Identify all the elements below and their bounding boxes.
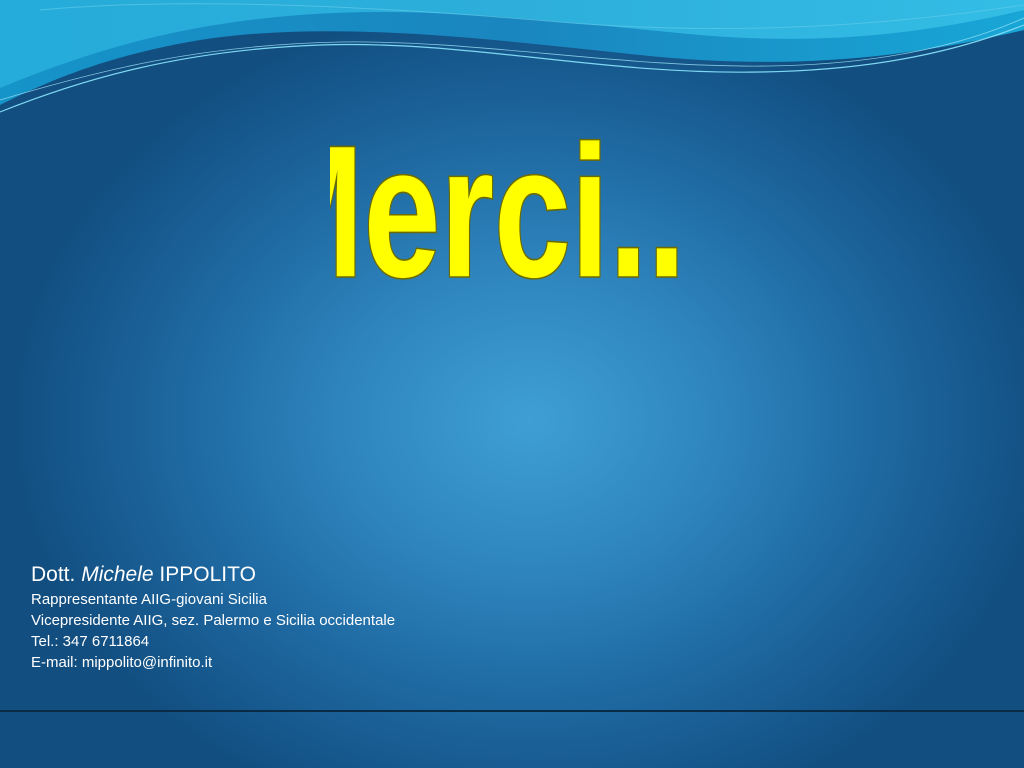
bottom-divider: [0, 710, 1024, 712]
slide: Merci...! Dott. Michele IPPOLITO Rappres…: [0, 0, 1024, 768]
contact-prefix: Dott.: [31, 563, 76, 586]
title-wordart: Merci...!: [330, 105, 690, 317]
contact-phone: Tel.: 347 6711864: [31, 633, 150, 650]
contact-block: Dott. Michele IPPOLITO Rappresentante AI…: [31, 561, 395, 673]
contact-name-line: Dott. Michele IPPOLITO: [31, 561, 395, 589]
contact-role: Rappresentante AIIG-giovani Sicilia: [31, 591, 267, 608]
contact-last-name: IPPOLITO: [159, 563, 256, 586]
slide-title: Merci...!: [330, 107, 690, 317]
contact-email: E-mail: mippolito@infinito.it: [31, 654, 213, 671]
contact-position: Vicepresidente AIIG, sez. Palermo e Sici…: [31, 612, 396, 629]
contact-first-name: Michele: [81, 563, 154, 586]
